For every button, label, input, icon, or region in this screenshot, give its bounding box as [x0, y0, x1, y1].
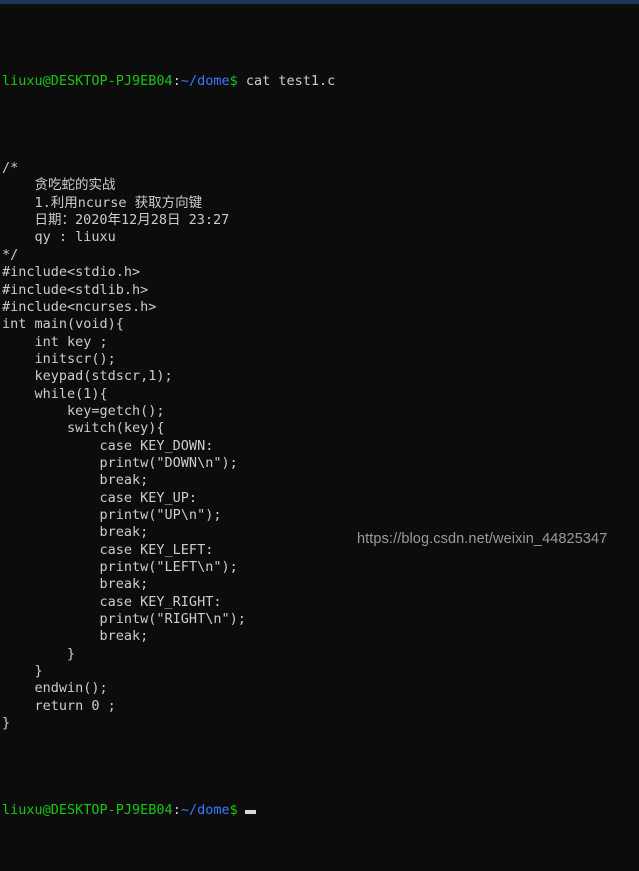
file-content-line: int key ;	[2, 334, 335, 351]
file-content-line-text: case KEY_LEFT:	[2, 541, 214, 558]
file-content-line-text: initscr();	[2, 350, 116, 367]
file-content-line-text: printw("RIGHT\n");	[2, 611, 246, 628]
terminal-output-area: liuxu@DESKTOP-PJ9EB04:~/dome$ cat test1.…	[2, 4, 335, 871]
file-content-line: /*	[2, 160, 335, 177]
file-content-line: case KEY_LEFT:	[2, 542, 335, 559]
file-content-line-text: while(1){	[2, 385, 108, 402]
file-content-line-text: /*	[2, 160, 19, 177]
file-content-line: 1.利用ncurse 获取方向键	[2, 195, 335, 212]
file-content-line: while(1){	[2, 386, 335, 403]
file-content-line-text: 贪吃蛇的实战	[2, 177, 116, 194]
file-content-line-text: printw("LEFT\n");	[2, 559, 238, 575]
terminal-prompt-line-last: liuxu@DESKTOP-PJ9EB04:~/dome$	[2, 802, 335, 819]
file-content-line-text: key=getch();	[2, 402, 165, 419]
file-content-line-text: case KEY_RIGHT:	[2, 593, 222, 610]
file-content-line-text: switch(key){	[2, 420, 165, 437]
command-text: cat test1.c	[245, 73, 336, 90]
file-content-line-text: }	[2, 645, 76, 662]
file-content-line: case KEY_UP:	[2, 490, 335, 507]
file-content-line: }	[2, 663, 335, 680]
file-content-line: endwin();	[2, 680, 335, 697]
file-content-line: return 0 ;	[2, 698, 335, 715]
prompt-symbol: $	[229, 801, 238, 818]
csdn-watermark: https://blog.csdn.net/weixin_44825347	[357, 531, 608, 547]
file-content-line-text: */	[2, 246, 19, 263]
file-content-line-text: break;	[2, 472, 149, 489]
file-content-line-text: int key ;	[2, 333, 108, 350]
text-cursor	[244, 809, 256, 814]
terminal-prompt-line-first: liuxu@DESKTOP-PJ9EB04:~/dome$ cat test1.…	[2, 73, 335, 90]
file-content-line: 贪吃蛇的实战	[2, 177, 335, 194]
file-content-line: */	[2, 247, 335, 264]
file-content-line: keypad(stdscr,1);	[2, 368, 335, 385]
prompt-user-host: liuxu@DESKTOP-PJ9EB04	[2, 73, 173, 90]
file-content-line-text: #include<stdlib.h>	[2, 281, 149, 298]
file-content-line: break;	[2, 472, 335, 489]
file-content-line: printw("DOWN\n");	[2, 455, 335, 472]
file-content-line: initscr();	[2, 351, 335, 368]
file-content-line-text: int main(void){	[2, 316, 124, 333]
terminal-surface[interactable]: liuxu@DESKTOP-PJ9EB04:~/dome$ cat test1.…	[0, 4, 639, 818]
prompt-separator: :	[172, 73, 181, 90]
file-content-line-text: break;	[2, 628, 149, 645]
file-content-line: case KEY_DOWN:	[2, 438, 335, 455]
prompt-path: ~/dome	[180, 801, 230, 818]
file-content-line: printw("RIGHT\n");	[2, 611, 335, 628]
file-content-line-text: break;	[2, 576, 149, 593]
file-content-line: key=getch();	[2, 403, 335, 420]
prompt-path: ~/dome	[180, 73, 230, 90]
file-content-line-text: return 0 ;	[2, 697, 116, 714]
prompt-symbol: $	[229, 73, 238, 90]
file-content-line-text: }	[2, 663, 43, 680]
file-content-line: #include<stdlib.h>	[2, 282, 335, 299]
file-content-line-text: case KEY_DOWN:	[2, 437, 214, 454]
file-content-line: }	[2, 646, 335, 663]
prompt-separator: :	[172, 801, 181, 818]
file-content-line: int main(void){	[2, 316, 335, 333]
file-content-block: /* 贪吃蛇的实战 1.利用ncurse 获取方向键 日期：2020年12月28…	[2, 160, 335, 732]
file-content-line-text: printw("UP\n");	[2, 506, 222, 523]
file-content-line-text: case KEY_UP:	[2, 489, 198, 506]
file-content-line: case KEY_RIGHT:	[2, 594, 335, 611]
file-content-line: break;	[2, 524, 335, 541]
file-content-line: qy : liuxu	[2, 229, 335, 246]
file-content-line: #include<ncurses.h>	[2, 299, 335, 316]
file-content-line: printw("LEFT\n");	[2, 559, 335, 576]
file-content-line-text: #include<stdio.h>	[2, 264, 141, 281]
file-content-line-text: 日期：2020年12月28日 23:27	[2, 212, 230, 229]
file-content-line-text: keypad(stdscr,1);	[2, 368, 173, 385]
file-content-line: 日期：2020年12月28日 23:27	[2, 212, 335, 229]
file-content-line-text: }	[2, 715, 11, 732]
file-content-line: printw("UP\n");	[2, 507, 335, 524]
file-content-line: break;	[2, 628, 335, 645]
file-content-line: break;	[2, 576, 335, 593]
file-content-line-text: printw("DOWN\n");	[2, 454, 238, 471]
file-content-line-text: break;	[2, 524, 149, 541]
file-content-line: #include<stdio.h>	[2, 264, 335, 281]
file-content-line: switch(key){	[2, 420, 335, 437]
file-content-line-text: 1.利用ncurse 获取方向键	[2, 194, 203, 211]
prompt-user-host: liuxu@DESKTOP-PJ9EB04	[2, 801, 173, 818]
file-content-line-text: endwin();	[2, 680, 108, 697]
file-content-line: }	[2, 715, 335, 732]
file-content-line-text: #include<ncurses.h>	[2, 298, 157, 315]
file-content-line-text: qy : liuxu	[2, 229, 116, 246]
